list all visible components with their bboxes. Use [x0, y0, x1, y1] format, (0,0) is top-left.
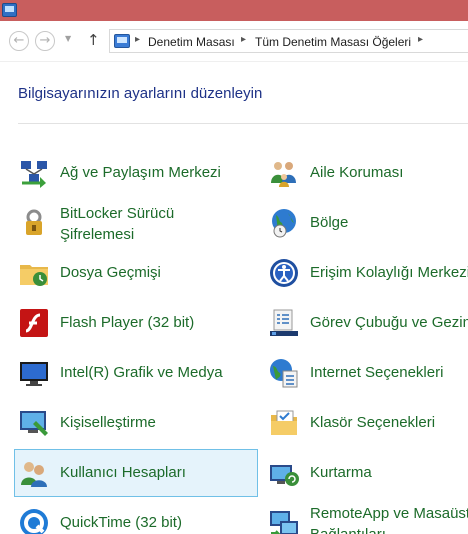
- item-taskbar[interactable]: Görev Çubuğu ve Gezinti: [264, 299, 468, 347]
- bitlocker-icon: [26, 209, 42, 235]
- heading-divider: [18, 123, 468, 124]
- control-panel-app-icon: [2, 3, 17, 17]
- flash-player-icon: [20, 309, 48, 337]
- item-family-safety[interactable]: Aile Koruması: [264, 149, 468, 197]
- personalization-icon: [20, 411, 48, 436]
- item-label: Kullanıcı Hesapları: [60, 464, 186, 481]
- item-intel-graphics[interactable]: Intel(R) Grafik ve Medya: [14, 349, 258, 397]
- item-bitlocker[interactable]: BitLocker Sürücü Şifrelemesi: [14, 199, 258, 247]
- forward-arrow-icon[interactable]: →: [35, 31, 55, 51]
- item-label: Intel(R) Grafik ve Medya: [60, 364, 223, 381]
- quicktime-icon: [20, 509, 48, 534]
- breadcrumb-denetim-masasi[interactable]: Denetim Masası: [148, 35, 235, 49]
- item-folder-options[interactable]: Klasör Seçenekleri: [264, 399, 468, 447]
- item-label: Kişiselleştirme: [60, 414, 156, 431]
- item-label: RemoteApp ve Masaüstü: [310, 505, 468, 522]
- folder-options-icon: [271, 410, 297, 435]
- item-user-accounts[interactable]: Kullanıcı Hesapları: [14, 449, 258, 497]
- item-label: Şifrelemesi: [60, 226, 135, 243]
- item-ease-of-access[interactable]: Erişim Kolaylığı Merkezi: [264, 249, 468, 297]
- item-label: Ağ ve Paylaşım Merkezi: [60, 164, 221, 181]
- breadcrumb-tum-ogeler[interactable]: Tüm Denetim Masası Öğeleri: [255, 35, 411, 49]
- family-safety-icon: [271, 162, 296, 187]
- up-arrow-icon[interactable]: ↑: [87, 31, 100, 49]
- item-label: QuickTime (32 bit): [60, 514, 182, 531]
- item-label: Aile Koruması: [310, 164, 404, 181]
- item-file-history[interactable]: Dosya Geçmişi: [14, 249, 258, 297]
- breadcrumb-chevron-icon[interactable]: ▸: [418, 34, 423, 45]
- navigation-bar: ← → ▼ ↑ ▸ Denetim Masası ▸ Tüm Denetim M…: [0, 21, 468, 61]
- item-label: Klasör Seçenekleri: [310, 414, 436, 431]
- item-internet-options[interactable]: Internet Seçenekleri: [264, 349, 468, 397]
- item-label: Erişim Kolaylığı Merkezi: [310, 264, 468, 281]
- item-label: Internet Seçenekleri: [310, 364, 444, 381]
- remoteapp-icon: [270, 511, 298, 534]
- item-remoteapp[interactable]: RemoteApp ve Masaüstü Bağlantıları: [264, 499, 468, 534]
- address-bar[interactable]: ▸ Denetim Masası ▸ Tüm Denetim Masası Öğ…: [109, 29, 468, 53]
- page-title: Bilgisayarınızın ayarlarını düzenleyin: [18, 85, 263, 102]
- region-icon: [272, 209, 296, 238]
- item-network-center[interactable]: Ağ ve Paylaşım Merkezi: [14, 149, 258, 197]
- taskbar-icon: [270, 309, 298, 336]
- recovery-icon: [270, 465, 299, 486]
- item-recovery[interactable]: Kurtarma: [264, 449, 468, 497]
- back-arrow-icon[interactable]: ←: [9, 31, 29, 51]
- file-history-icon: [20, 265, 48, 286]
- title-bar: [0, 0, 468, 21]
- control-panel-icon: [114, 34, 130, 48]
- recent-locations-chevron-icon[interactable]: ▼: [65, 34, 71, 43]
- network-center-icon: [21, 161, 47, 188]
- item-label: Dosya Geçmişi: [60, 264, 161, 281]
- item-label: Kurtarma: [310, 464, 372, 481]
- breadcrumb-chevron-icon[interactable]: ▸: [135, 34, 140, 45]
- item-label: BitLocker Sürücü: [60, 205, 175, 222]
- intel-graphics-icon: [20, 362, 48, 386]
- user-accounts-icon: [21, 462, 47, 487]
- item-label: Bağlantıları: [310, 524, 386, 534]
- item-quicktime[interactable]: QuickTime (32 bit): [14, 499, 258, 534]
- item-flash-player[interactable]: Flash Player (32 bit): [14, 299, 258, 347]
- navbar-divider: [0, 61, 468, 62]
- item-label: Bölge: [310, 214, 349, 231]
- item-label: Görev Çubuğu ve Gezinti: [310, 314, 468, 331]
- internet-options-icon: [270, 359, 298, 388]
- item-label: Flash Player (32 bit): [60, 314, 195, 331]
- ease-of-access-icon: [270, 259, 298, 287]
- item-region[interactable]: Bölge: [264, 199, 468, 247]
- breadcrumb-chevron-icon[interactable]: ▸: [241, 34, 246, 45]
- item-personalization[interactable]: Kişiselleştirme: [14, 399, 258, 447]
